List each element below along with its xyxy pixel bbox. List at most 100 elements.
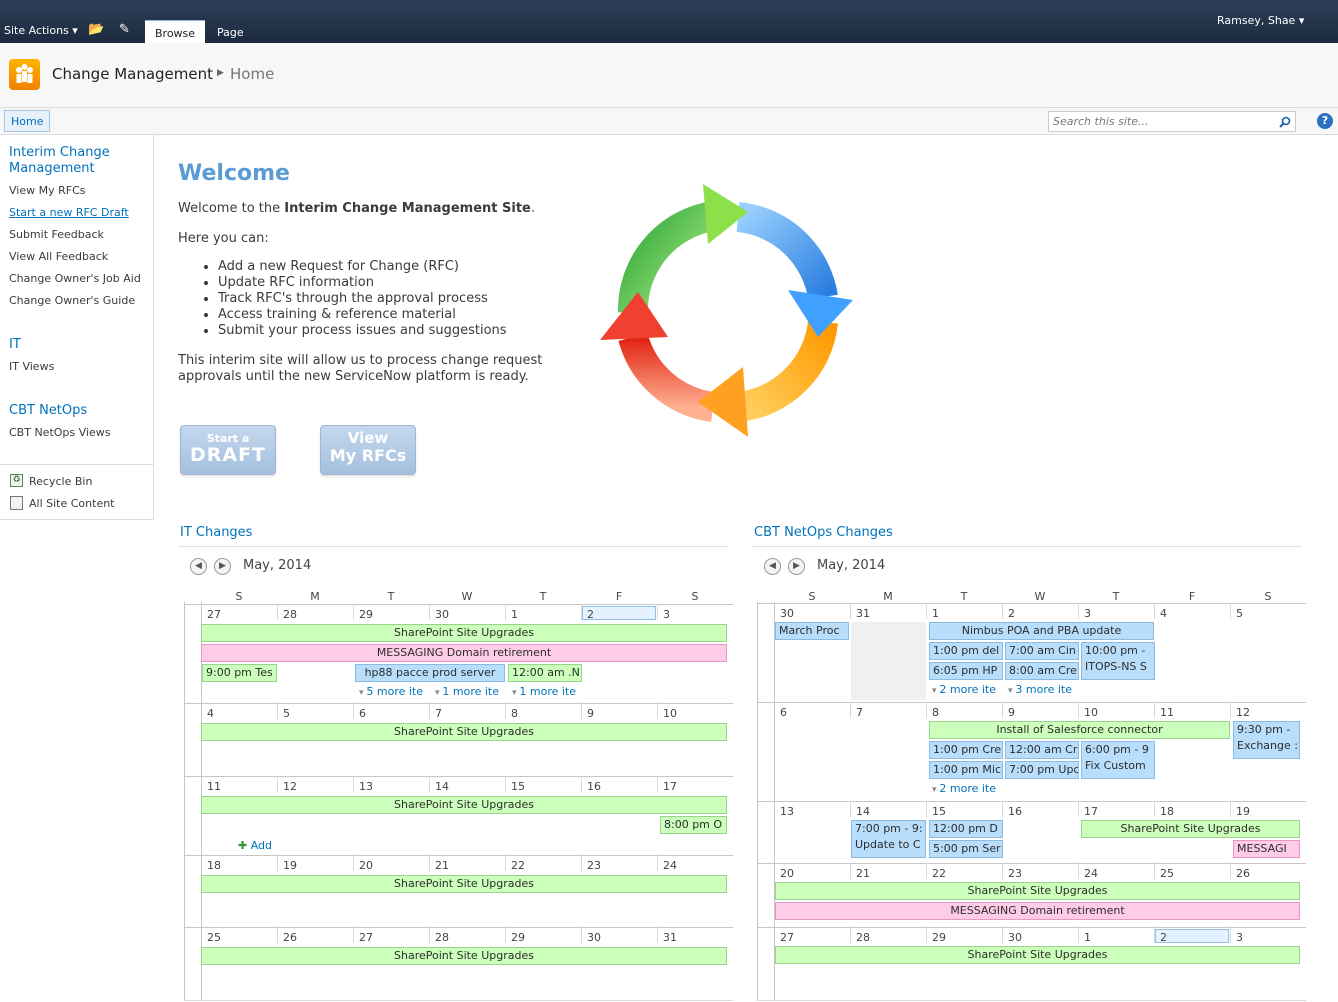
day-number[interactable]: 1 [1084, 931, 1091, 944]
event-sharepoint-upgrades[interactable]: SharePoint Site Upgrades [201, 723, 727, 741]
day-number[interactable]: 16 [1008, 805, 1022, 818]
day-number[interactable]: 31 [856, 607, 870, 620]
event-1200-d[interactable]: 12:00 pm D [929, 820, 1003, 838]
nav-view-my-rfcs[interactable]: View My RFCs [9, 184, 85, 197]
day-number[interactable]: 11 [1160, 706, 1174, 719]
day-number[interactable]: 27 [780, 931, 794, 944]
day-number[interactable]: 11 [207, 780, 221, 793]
event-sharepoint-upgrades[interactable]: SharePoint Site Upgrades [201, 875, 727, 893]
day-number[interactable]: 30 [587, 931, 601, 944]
day-number[interactable]: 15 [511, 780, 525, 793]
event-500-ser[interactable]: 5:00 pm Ser [929, 840, 1003, 858]
event-tes[interactable]: 9:00 pm Tes [202, 664, 277, 682]
day-number[interactable]: 25 [1160, 867, 1174, 880]
prev-month-icon[interactable]: ◀ [190, 558, 207, 575]
day-number[interactable]: 12 [1236, 706, 1250, 719]
event-salesforce[interactable]: Install of Salesforce connector [929, 721, 1230, 739]
search-input[interactable]: Search this site... [1053, 115, 1148, 128]
day-number[interactable]: 12 [283, 780, 297, 793]
day-number[interactable]: 2 [1008, 607, 1015, 620]
day-number[interactable]: 5 [283, 707, 290, 720]
event-100-cre[interactable]: 1:00 pm Cre [929, 741, 1003, 759]
search-icon[interactable] [1279, 116, 1291, 128]
day-number[interactable]: 19 [1236, 805, 1250, 818]
tab-browse[interactable]: Browse [145, 20, 206, 43]
nav-view-all-feedback[interactable]: View All Feedback [9, 250, 108, 263]
day-number[interactable]: 20 [780, 867, 794, 880]
more-items-link[interactable]: ▾ 1 more ite [512, 685, 576, 698]
day-number[interactable]: 4 [1160, 607, 1167, 620]
event-hp88[interactable]: hp88 pacce prod server [355, 664, 505, 682]
day-number[interactable]: 5 [1236, 607, 1243, 620]
day-number[interactable]: 25 [207, 931, 221, 944]
day-number[interactable]: 17 [1084, 805, 1098, 818]
nav-it-views[interactable]: IT Views [9, 360, 54, 373]
nav-start-rfc-draft[interactable]: Start a new RFC Draft [9, 206, 129, 219]
event-600-fix[interactable]: 6:00 pm - 9 Fix Custom [1081, 741, 1155, 779]
event-sharepoint-upgrades[interactable]: SharePoint Site Upgrades [775, 946, 1300, 964]
site-logo-icon[interactable] [9, 59, 40, 90]
day-number[interactable]: 21 [435, 859, 449, 872]
day-number[interactable]: 6 [359, 707, 366, 720]
event-1000[interactable]: 10:00 pm - ITOPS-NS S [1081, 642, 1155, 680]
view-my-rfcs-button[interactable]: View My RFCs [320, 425, 416, 475]
more-items-link[interactable]: ▾ 3 more ite [1008, 683, 1072, 696]
day-number[interactable]: 1 [511, 608, 518, 621]
topnav-home[interactable]: Home [4, 110, 51, 132]
event-march-proc[interactable]: March Proc [775, 622, 849, 640]
day-number[interactable]: 19 [283, 859, 297, 872]
event-930-exchange[interactable]: 9:30 pm - Exchange : [1233, 721, 1300, 759]
day-number[interactable]: 27 [359, 931, 373, 944]
event-800-pm[interactable]: 8:00 pm O [660, 816, 727, 834]
day-number[interactable]: 21 [856, 867, 870, 880]
tab-page[interactable]: Page [207, 20, 254, 43]
day-number[interactable]: 29 [359, 608, 373, 621]
day-number[interactable]: 3 [1084, 607, 1091, 620]
event-messaging-retirement[interactable]: MESSAGING Domain retirement [201, 644, 727, 662]
more-items-link[interactable]: ▾ 2 more ite [932, 782, 996, 795]
day-number[interactable]: 8 [932, 706, 939, 719]
day-number[interactable]: 30 [780, 607, 794, 620]
day-number[interactable]: 3 [1236, 931, 1243, 944]
day-number[interactable]: 18 [207, 859, 221, 872]
next-month-icon[interactable]: ▶ [788, 558, 805, 575]
start-draft-button[interactable]: Start a DRAFT [180, 425, 276, 475]
day-number[interactable]: 29 [932, 931, 946, 944]
add-event-button[interactable]: ✚ Add [238, 839, 272, 852]
day-number[interactable]: 22 [932, 867, 946, 880]
day-number[interactable]: 16 [587, 780, 601, 793]
event-1200-cr[interactable]: 12:00 am Cr [1005, 741, 1079, 759]
navigate-up-icon[interactable]: 📂 [88, 22, 104, 37]
day-number[interactable]: 28 [435, 931, 449, 944]
day-number[interactable]: 13 [780, 805, 794, 818]
nav-heading-interim[interactable]: Interim Change Management [9, 145, 149, 177]
day-number[interactable]: 17 [663, 780, 677, 793]
nav-owners-guide[interactable]: Change Owner's Guide [9, 294, 135, 307]
day-number[interactable]: 23 [1008, 867, 1022, 880]
day-number[interactable]: 9 [587, 707, 594, 720]
event-100-mic[interactable]: 1:00 pm Mic [929, 761, 1003, 779]
user-menu[interactable]: Ramsey, Shae ▾ [1217, 14, 1304, 27]
day-number[interactable]: 30 [435, 608, 449, 621]
nav-job-aid[interactable]: Change Owner's Job Aid [9, 272, 141, 285]
event-800-cre[interactable]: 8:00 am Cre [1005, 662, 1079, 680]
day-number[interactable]: 30 [1008, 931, 1022, 944]
event-sharepoint-upgrades[interactable]: SharePoint Site Upgrades [201, 947, 727, 965]
day-number[interactable]: 18 [1160, 805, 1174, 818]
event-700-cin[interactable]: 7:00 am Cin [1005, 642, 1079, 660]
more-items-link[interactable]: ▾ 2 more ite [932, 683, 996, 696]
day-number[interactable]: 6 [780, 706, 787, 719]
next-month-icon[interactable]: ▶ [214, 558, 231, 575]
nav-recycle-bin[interactable]: Recycle Bin [29, 475, 92, 488]
event-sharepoint-upgrades[interactable]: SharePoint Site Upgrades [201, 796, 727, 814]
day-number[interactable]: 26 [1236, 867, 1250, 880]
day-number[interactable]: 9 [1008, 706, 1015, 719]
event-nimbus[interactable]: Nimbus POA and PBA update [929, 622, 1154, 640]
day-number[interactable]: 26 [283, 931, 297, 944]
day-number[interactable]: 28 [856, 931, 870, 944]
nav-cbt-views[interactable]: CBT NetOps Views [9, 426, 110, 439]
day-number[interactable]: 7 [856, 706, 863, 719]
site-title-link[interactable]: Change Management [52, 65, 213, 83]
event-sharepoint-upgrades[interactable]: SharePoint Site Upgrades [201, 624, 727, 642]
event-700-update[interactable]: 7:00 pm - 9: Update to C [851, 820, 926, 858]
